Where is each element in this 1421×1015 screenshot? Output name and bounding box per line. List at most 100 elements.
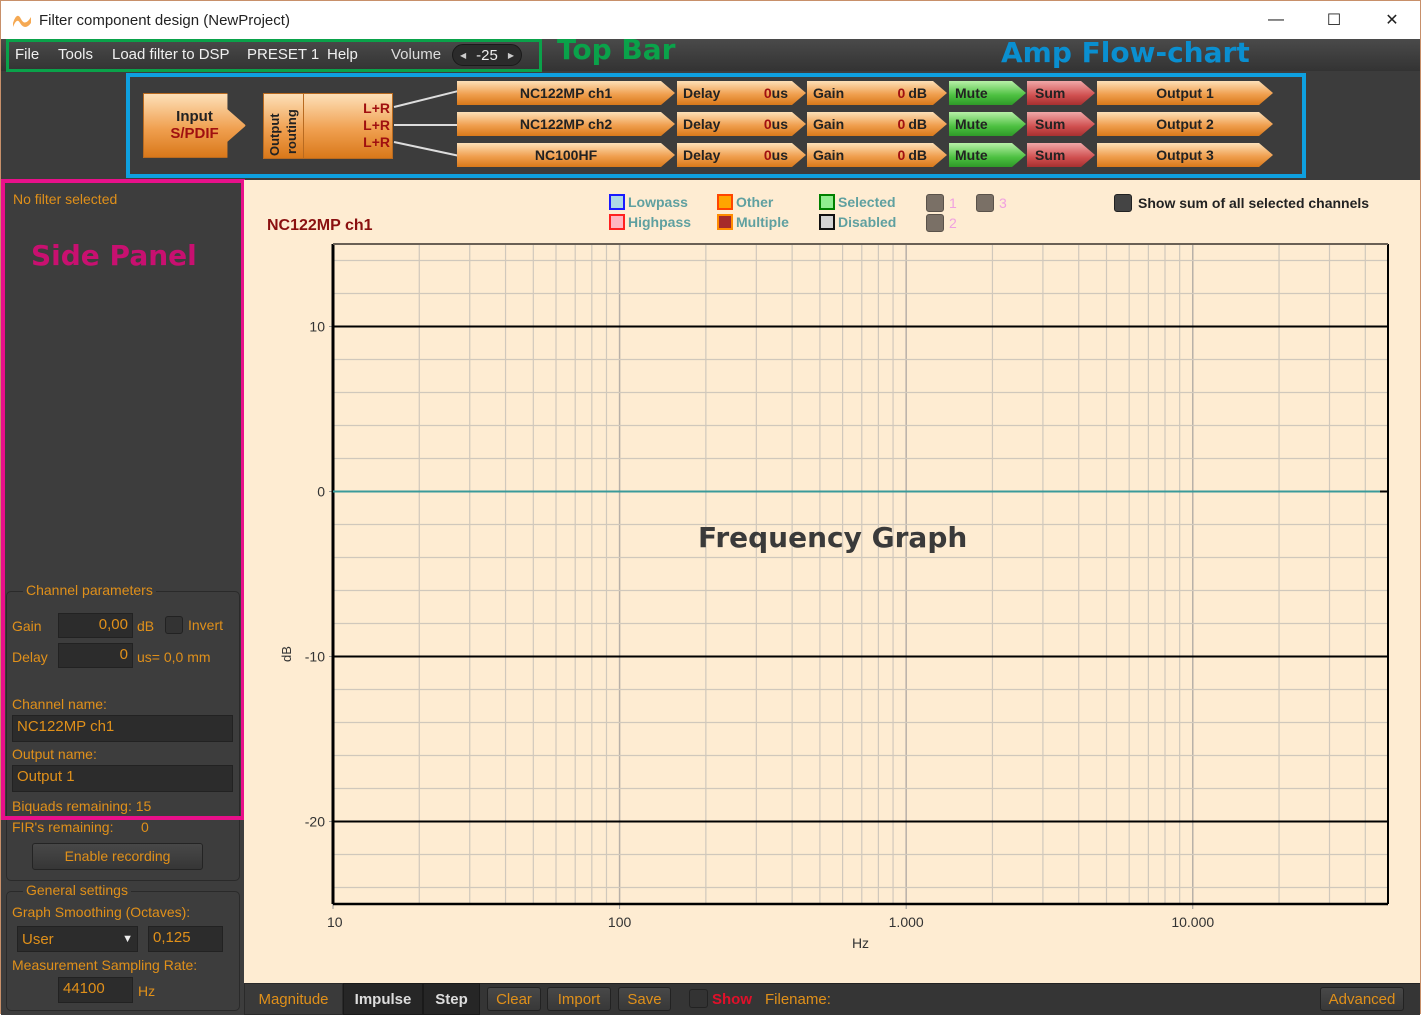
channel-block[interactable]: NC100HF [457, 143, 675, 167]
gain-unit: dB [908, 85, 927, 101]
tab-impulse[interactable]: Impulse [343, 983, 423, 1015]
chevron-down-icon: ▼ [122, 933, 133, 945]
sum-label: Sum [1035, 116, 1066, 132]
title-bar: Filter component design (NewProject) — ☐… [1, 1, 1420, 39]
channel-name: NC122MP ch2 [519, 116, 613, 132]
channel-name: NC122MP ch1 [519, 85, 613, 101]
routing-label-routing: routing [284, 109, 299, 154]
x-tick-label: 100 [608, 914, 632, 930]
gain-value: 0 [897, 116, 906, 132]
minimize-icon: — [1268, 11, 1284, 28]
gain-value: 0 [897, 85, 906, 101]
output-name: Output 2 [1156, 116, 1214, 132]
output-block[interactable]: Output 3 [1097, 143, 1273, 167]
delay-label: Delay [683, 116, 721, 132]
routing-wire-2 [394, 124, 458, 126]
mute-block[interactable]: Mute [949, 81, 1026, 105]
delay-value: 0 [763, 147, 772, 163]
routing-label-area: Output routing [264, 94, 304, 158]
show-checkbox[interactable] [689, 989, 708, 1008]
minimize-button[interactable]: — [1247, 1, 1305, 39]
output-name: Output 3 [1156, 147, 1214, 163]
x-tick-label: 10.000 [1171, 914, 1214, 930]
firs-remaining-label: FIR's remaining: [12, 819, 114, 835]
delay-value: 0 [763, 116, 772, 132]
show-label: Show [712, 991, 752, 1008]
mute-label: Mute [955, 116, 988, 132]
close-button[interactable]: ✕ [1363, 1, 1421, 39]
maximize-icon: ☐ [1326, 12, 1342, 29]
delay-label: Delay [683, 147, 721, 163]
channel-block[interactable]: NC122MP ch1 [457, 81, 675, 105]
y-axis-label: dB [279, 646, 294, 662]
maximize-button[interactable]: ☐ [1305, 1, 1363, 39]
tab-magnitude[interactable]: Magnitude [244, 983, 343, 1015]
general-settings-title: General settings [23, 882, 131, 898]
gain-label: Gain [813, 116, 845, 132]
delay-block[interactable]: Delay 0 us [677, 112, 806, 136]
amp-flowchart-annotation: Amp Flow-chart [1001, 36, 1250, 69]
channel-block[interactable]: NC122MP ch2 [457, 112, 675, 136]
tab-step[interactable]: Step [423, 983, 480, 1015]
app-window: Filter component design (NewProject) — ☐… [0, 0, 1421, 1015]
gain-unit: dB [908, 116, 927, 132]
mute-label: Mute [955, 85, 988, 101]
routing-mix-1: L+R [363, 100, 390, 116]
smoothing-mode-value: User [22, 930, 54, 948]
top-bar-annotation: Top Bar [557, 33, 676, 66]
routing-mix-2: L+R [363, 117, 390, 133]
routing-mix-3: L+R [363, 134, 390, 150]
output-routing-block[interactable]: Output routing L+R L+R L+R [263, 93, 393, 159]
side-panel-highlight [1, 179, 245, 820]
sum-label: Sum [1035, 147, 1066, 163]
enable-recording-button[interactable]: Enable recording [32, 843, 203, 870]
smoothing-mode-select[interactable]: User ▼ [17, 926, 138, 952]
gain-block[interactable]: Gain 0 dB [807, 143, 947, 167]
x-tick-label: 10 [327, 914, 343, 930]
delay-unit: us [771, 147, 788, 163]
sum-block[interactable]: Sum [1027, 112, 1095, 136]
window-title: Filter component design (NewProject) [39, 11, 290, 29]
delay-value: 0 [763, 85, 772, 101]
sum-label: Sum [1035, 85, 1066, 101]
y-tick-label: 10 [309, 319, 325, 335]
sum-block[interactable]: Sum [1027, 81, 1095, 105]
clear-button[interactable]: Clear [487, 987, 541, 1011]
delay-unit: us [771, 116, 788, 132]
save-button[interactable]: Save [618, 987, 671, 1011]
output-name: Output 1 [1156, 85, 1214, 101]
sampling-rate-input[interactable]: 44100 [58, 977, 133, 1003]
close-icon: ✕ [1385, 12, 1399, 29]
routing-label-output: Output [267, 113, 282, 156]
y-tick-label: -10 [305, 649, 325, 665]
frequency-chart[interactable]: 100-10-2010 100 1.000 10.000HzdB [244, 180, 1420, 980]
smoothing-value-input[interactable]: 0,125 [148, 926, 223, 952]
smoothing-label: Graph Smoothing (Octaves): [12, 904, 191, 920]
delay-block[interactable]: Delay 0 us [677, 81, 806, 105]
mute-block[interactable]: Mute [949, 112, 1026, 136]
sum-block[interactable]: Sum [1027, 143, 1095, 167]
output-block[interactable]: Output 1 [1097, 81, 1273, 105]
gain-block[interactable]: Gain 0 dB [807, 81, 947, 105]
x-tick-label: 1.000 [889, 914, 924, 930]
filename-label: Filename: [765, 991, 831, 1008]
advanced-button[interactable]: Advanced [1320, 987, 1404, 1011]
sampling-rate-label: Measurement Sampling Rate: [12, 957, 198, 973]
gain-block[interactable]: Gain 0 dB [807, 112, 947, 136]
delay-label: Delay [683, 85, 721, 101]
gain-value: 0 [897, 147, 906, 163]
mute-block[interactable]: Mute [949, 143, 1026, 167]
channel-name: NC100HF [534, 147, 598, 163]
top-bar-highlight [6, 39, 542, 72]
delay-block[interactable]: Delay 0 us [677, 143, 806, 167]
import-button[interactable]: Import [547, 987, 611, 1011]
y-tick-label: 0 [317, 484, 325, 500]
output-block[interactable]: Output 2 [1097, 112, 1273, 136]
gain-unit: dB [908, 147, 927, 163]
mute-label: Mute [955, 147, 988, 163]
y-tick-label: -20 [305, 814, 325, 830]
gain-label: Gain [813, 85, 845, 101]
input-source: S/PDIF [170, 125, 219, 142]
firs-remaining-value: 0 [141, 819, 149, 835]
x-axis-label: Hz [852, 935, 869, 951]
